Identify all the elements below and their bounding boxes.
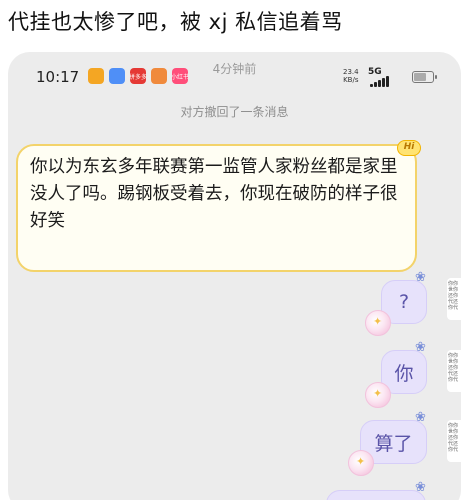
partial-message-strip: 你你世你还你代还你代 (447, 278, 461, 320)
avatar-sticker-icon (365, 382, 391, 408)
outgoing-message-text: 你 (394, 362, 414, 385)
hi-badge-icon: Hi (397, 140, 421, 156)
post-caption: 代挂也太惨了吧，被 xj 私信追着骂 (8, 10, 343, 34)
incoming-message-bubble[interactable]: 你以为东玄多年联赛第一监管人家粉丝都是家里没人了吗。踢钢板受着去，你现在破防的样… (16, 140, 421, 272)
outgoing-message-text: 算了 (374, 432, 413, 455)
partial-message-strip: 你你世你还你代还你代 (447, 350, 461, 392)
signal-strength-icon (370, 76, 389, 87)
bow-sticker-icon: ❀ (415, 340, 426, 355)
avatar-sticker-icon (365, 310, 391, 336)
bow-sticker-icon: ❀ (415, 480, 426, 495)
bow-sticker-icon: ❀ (415, 270, 426, 285)
partial-message-strip: 你你世你还你代还你代 (447, 420, 461, 462)
network-speed-unit: KB/s (343, 76, 359, 84)
recall-notice: 对方撤回了一条消息 (180, 105, 289, 119)
outgoing-message-bubble-partial[interactable] (326, 490, 426, 500)
outgoing-message-text: ? (398, 291, 410, 313)
avatar-sticker-icon (348, 450, 374, 476)
bow-sticker-icon: ❀ (415, 410, 426, 425)
chat-screenshot: 10:17 拼多多 小红书 23.4 KB/s 5G 4分钟前 对方撤回了一条消息… (8, 52, 461, 500)
message-timestamp: 4分钟前 (212, 62, 257, 76)
incoming-message-text: 你以为东玄多年联赛第一监管人家粉丝都是家里没人了吗。踢钢板受着去，你现在破防的样… (30, 157, 398, 231)
